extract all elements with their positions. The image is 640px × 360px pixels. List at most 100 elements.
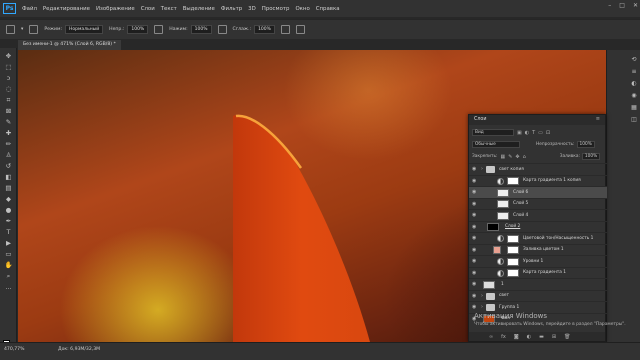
mode-select[interactable]: Нормальный xyxy=(65,25,104,34)
fill-input[interactable]: 100% xyxy=(581,153,601,160)
lock-pixels-icon[interactable]: ▦ xyxy=(500,154,505,160)
visibility-eye-icon[interactable]: ◉ xyxy=(472,293,476,299)
filter-shape-icon[interactable]: ▭ xyxy=(538,130,543,136)
new-layer-icon[interactable]: ⊞ xyxy=(552,334,556,340)
clone-stamp-tool-icon[interactable]: ♙ xyxy=(4,151,13,159)
layer-row[interactable]: ◉ Карта градиента 1 xyxy=(469,266,607,279)
collapse-chevron-icon[interactable]: › xyxy=(481,166,483,172)
document-tab[interactable]: Без имени-1 @ 471% (Слой 6, RGB/8) * xyxy=(18,40,121,50)
visibility-eye-icon[interactable]: ◉ xyxy=(472,189,476,195)
layer-row-selected[interactable]: ◉ Слой 6 xyxy=(469,186,607,198)
brush-tool-icon[interactable]: ✏ xyxy=(4,140,13,148)
layer-row[interactable]: ◉ Слой 4 xyxy=(469,209,607,221)
layer-row[interactable]: ◉ Цветовой тон/Насыщенность 1 xyxy=(469,232,607,244)
panel-menu-icon[interactable]: ≡ xyxy=(596,116,600,122)
visibility-eye-icon[interactable]: ◉ xyxy=(472,235,476,241)
pen-tool-icon[interactable]: ✒ xyxy=(4,217,13,225)
symmetry-toggle[interactable] xyxy=(295,25,305,34)
zoom-level[interactable]: 470,77% xyxy=(4,347,24,352)
smoothing-settings[interactable] xyxy=(280,25,290,34)
menu-help[interactable]: Справка xyxy=(316,6,340,12)
layer-mask-thumbnail[interactable] xyxy=(507,257,519,266)
hand-tool-icon[interactable]: ✋ xyxy=(4,261,13,269)
new-group-icon[interactable]: ▬ xyxy=(539,334,544,340)
minimize-button[interactable]: – xyxy=(608,2,611,9)
properties-panel-icon[interactable]: ≡ xyxy=(630,68,638,76)
layer-thumbnail[interactable] xyxy=(497,211,509,220)
filter-adjustment-icon[interactable]: ◐ xyxy=(525,130,529,136)
layer-row[interactable]: ◉ 1 xyxy=(469,278,607,290)
add-mask-icon[interactable]: ◙ xyxy=(514,334,519,340)
layer-thumbnail[interactable] xyxy=(487,223,499,231)
layer-row[interactable]: ◉ › свет копия xyxy=(469,163,607,175)
brush-tool-preset[interactable] xyxy=(6,25,15,34)
collapse-chevron-icon[interactable]: › xyxy=(481,304,483,310)
menu-type[interactable]: Текст xyxy=(161,6,177,12)
visibility-eye-icon[interactable]: ◉ xyxy=(472,166,476,172)
layer-mask-thumbnail[interactable] xyxy=(507,177,519,185)
menu-image[interactable]: Изображение xyxy=(96,6,135,12)
filter-pixel-icon[interactable]: ▣ xyxy=(517,130,522,136)
lock-position-icon[interactable]: ✥ xyxy=(515,154,519,160)
collapse-chevron-icon[interactable]: › xyxy=(481,293,483,299)
flow-input[interactable]: 100% xyxy=(190,25,212,34)
layer-thumbnail[interactable] xyxy=(497,200,509,208)
layers-panel-icon[interactable]: ◫ xyxy=(630,116,638,124)
visibility-eye-icon[interactable]: ◉ xyxy=(472,247,476,253)
menu-window[interactable]: Окно xyxy=(295,6,309,12)
healing-brush-tool-icon[interactable]: ✚ xyxy=(4,129,13,137)
close-button[interactable]: ✕ xyxy=(633,2,638,9)
gradient-tool-icon[interactable]: ▤ xyxy=(4,184,13,192)
visibility-eye-icon[interactable]: ◉ xyxy=(472,258,476,264)
visibility-eye-icon[interactable]: ◉ xyxy=(472,224,476,230)
eyedropper-tool-icon[interactable]: ✎ xyxy=(4,118,13,126)
layer-thumbnail[interactable] xyxy=(497,188,509,197)
menu-select[interactable]: Выделение xyxy=(183,6,215,12)
blur-tool-icon[interactable]: ◆ xyxy=(4,195,13,203)
move-tool-icon[interactable]: ✥ xyxy=(4,52,13,60)
delete-layer-icon[interactable]: 🗑 xyxy=(564,334,570,340)
layer-row[interactable]: ◉ Слой 5 xyxy=(469,197,607,210)
visibility-eye-icon[interactable]: ◉ xyxy=(472,270,476,276)
layer-mask-thumbnail[interactable] xyxy=(507,269,519,277)
menu-3d[interactable]: 3D xyxy=(248,6,256,12)
layer-filter-select[interactable]: Вид xyxy=(472,129,514,136)
color-panel-icon[interactable]: ◉ xyxy=(630,92,638,100)
layer-mask-thumbnail[interactable] xyxy=(507,234,519,243)
brush-settings-icon[interactable]: ▾ xyxy=(21,27,23,32)
fill-color-swatch[interactable] xyxy=(493,246,501,254)
layers-panel-title[interactable]: Слои xyxy=(474,117,486,122)
zoom-tool-icon[interactable]: ⌕ xyxy=(4,272,13,280)
visibility-eye-icon[interactable]: ◉ xyxy=(472,212,476,218)
opacity-input[interactable]: 100% xyxy=(127,25,149,34)
lasso-tool-icon[interactable]: ↄ xyxy=(4,74,13,82)
layer-row[interactable]: ◉ Заливка цветом 1 xyxy=(469,243,607,256)
layer-row[interactable]: ◉ Слой 2 xyxy=(469,220,607,233)
layer-row[interactable]: ◉ Уровни 1 xyxy=(469,255,607,267)
maximize-button[interactable]: □ xyxy=(619,2,625,9)
quick-select-tool-icon[interactable]: ◌ xyxy=(4,85,13,93)
layer-row[interactable]: ◉ › свет xyxy=(469,289,607,302)
history-brush-tool-icon[interactable]: ↺ xyxy=(4,162,13,170)
visibility-eye-icon[interactable]: ◉ xyxy=(472,281,476,287)
visibility-eye-icon[interactable]: ◉ xyxy=(472,178,476,184)
frame-tool-icon[interactable]: ⊠ xyxy=(4,107,13,115)
smoothing-input[interactable]: 100% xyxy=(254,25,275,34)
airbrush-toggle[interactable] xyxy=(217,25,227,34)
type-tool-icon[interactable]: T xyxy=(4,228,13,236)
document-size[interactable]: Док: 6,93M/32,3M xyxy=(58,347,100,352)
pressure-opacity-toggle[interactable] xyxy=(154,25,164,34)
rectangle-tool-icon[interactable]: ▭ xyxy=(4,250,13,258)
menu-file[interactable]: Файл xyxy=(22,6,37,12)
more-tools-icon[interactable]: … xyxy=(4,283,13,291)
menu-edit[interactable]: Редактирование xyxy=(43,6,90,12)
layer-opacity-input[interactable]: 100% xyxy=(576,141,595,148)
history-panel-icon[interactable]: ⟲ xyxy=(630,56,638,64)
blend-mode-select[interactable]: Обычные xyxy=(472,141,520,148)
crop-tool-icon[interactable]: ⌗ xyxy=(4,96,13,104)
brush-panel-toggle[interactable] xyxy=(29,25,39,34)
visibility-eye-icon[interactable]: ◉ xyxy=(472,304,476,310)
adjustments-panel-icon[interactable]: ◐ xyxy=(630,80,638,88)
layer-row[interactable]: ◉ › Группа 1 xyxy=(469,301,607,313)
path-select-tool-icon[interactable]: ▶ xyxy=(4,239,13,247)
